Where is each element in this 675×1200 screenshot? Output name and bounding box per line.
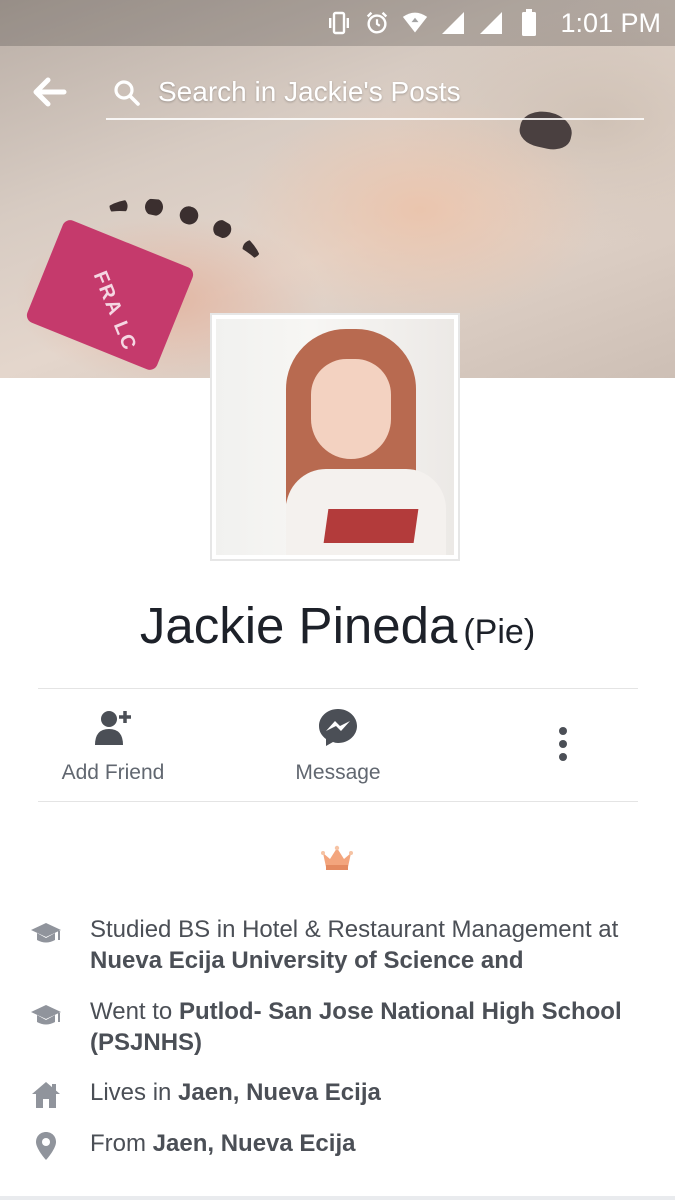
profile-nickname: (Pie) — [463, 613, 536, 651]
alarm-icon — [364, 10, 390, 36]
more-vertical-icon — [559, 727, 567, 761]
intro-text-from: From Jaen, Nueva Ecija — [90, 1128, 655, 1159]
message-label: Message — [295, 761, 381, 784]
graduation-cap-icon — [30, 1000, 62, 1032]
top-toolbar: Search in Jackie's Posts — [0, 58, 675, 128]
intro-prefix: Studied BS in Hotel & Restaurant Managem… — [90, 916, 619, 943]
intro-strong: Nueva Ecija University of Science and — [90, 947, 524, 974]
wifi-icon — [402, 10, 428, 36]
profile-name: Jackie Pineda — [139, 597, 458, 654]
intro-text-education: Studied BS in Hotel & Restaurant Managem… — [90, 914, 655, 976]
intro-prefix: Went to — [90, 998, 179, 1025]
status-bar: 1:01 PM — [0, 0, 675, 46]
add-friend-icon — [93, 707, 133, 747]
add-friend-label: Add Friend — [61, 761, 165, 784]
photo-shirt-print — [323, 509, 419, 543]
graduation-cap-icon — [30, 918, 62, 950]
more-options-button[interactable] — [544, 719, 584, 769]
message-button[interactable]: Message — [263, 689, 413, 801]
photo-face — [311, 359, 391, 459]
back-button[interactable] — [28, 72, 74, 112]
home-icon — [30, 1079, 62, 1111]
intro-text-high-school: Went to Putlod- San Jose National High S… — [90, 996, 655, 1058]
search-placeholder: Search in Jackie's Posts — [158, 76, 461, 107]
vibrate-icon — [326, 10, 352, 36]
arrow-left-icon — [33, 77, 67, 107]
bio-crown-icon: 👑 — [321, 845, 353, 871]
intro-text-lives-in: Lives in Jaen, Nueva Ecija — [90, 1077, 655, 1108]
search-icon — [112, 78, 142, 108]
add-friend-button[interactable]: Add Friend — [38, 689, 188, 801]
signal-icon — [440, 10, 466, 36]
intro-prefix: Lives in — [90, 1079, 179, 1106]
battery-icon — [516, 9, 542, 36]
profile-actions: Add Friend Message — [38, 688, 638, 802]
signal-icon — [478, 10, 504, 36]
intro-strong: Jaen, Nueva Ecija — [178, 1079, 381, 1106]
status-time: 1:01 PM — [560, 7, 661, 38]
intro-prefix: From — [90, 1130, 153, 1157]
search-field[interactable]: Search in Jackie's Posts — [106, 68, 644, 120]
profile-photo — [216, 319, 454, 555]
messenger-icon — [318, 707, 358, 747]
section-divider — [0, 1196, 675, 1200]
profile-name-row: Jackie Pineda (Pie) — [0, 596, 675, 655]
intro-strong: Jaen, Nueva Ecija — [152, 1130, 356, 1157]
profile-picture[interactable] — [210, 313, 460, 561]
location-pin-icon — [30, 1130, 62, 1162]
